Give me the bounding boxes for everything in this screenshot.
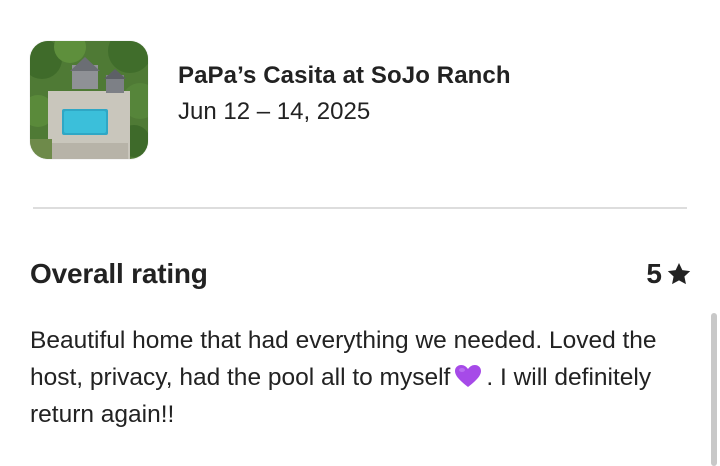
overall-rating-row: Overall rating 5 xyxy=(30,258,692,290)
listing-summary[interactable]: PaPa’s Casita at SoJo Ranch Jun 12 – 14,… xyxy=(30,40,511,160)
purple-heart-icon xyxy=(454,364,482,388)
rating-heading: Overall rating xyxy=(30,258,208,289)
rating-value: 5 xyxy=(646,258,662,289)
star-icon xyxy=(666,261,692,287)
listing-thumbnail[interactable] xyxy=(30,41,148,159)
review-text: Beautiful home that had everything we ne… xyxy=(30,322,690,433)
section-divider xyxy=(33,207,687,209)
rating-score: 5 xyxy=(646,258,692,290)
listing-photo-pool-aerial-icon xyxy=(30,41,148,159)
scrollbar[interactable] xyxy=(711,313,717,466)
stay-dates: Jun 12 – 14, 2025 xyxy=(178,98,371,125)
listing-title: PaPa’s Casita at SoJo Ranch xyxy=(178,62,511,89)
